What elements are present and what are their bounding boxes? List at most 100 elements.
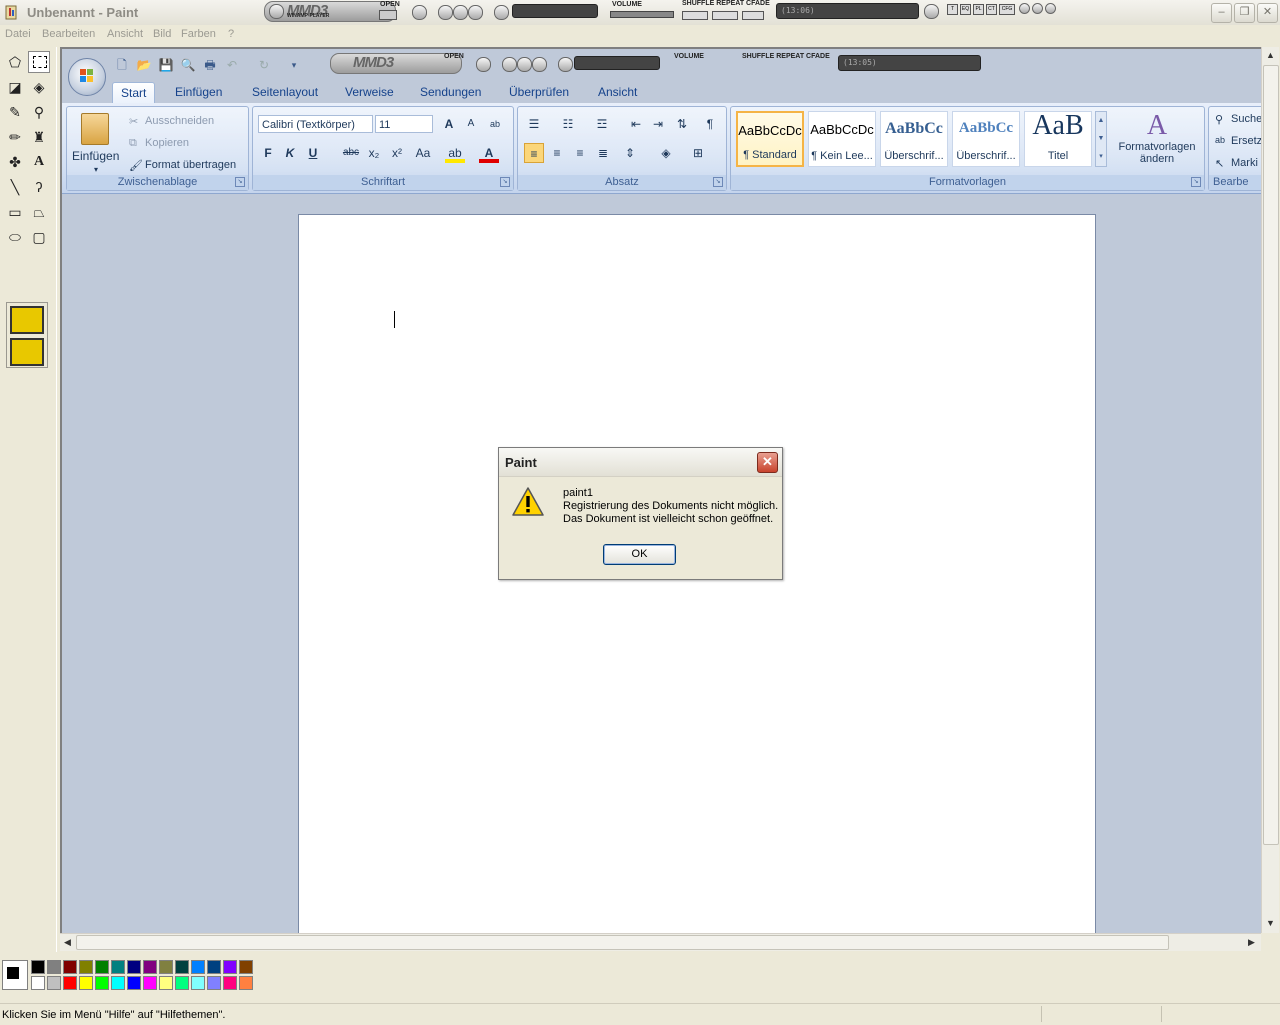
palette-swatch[interactable] bbox=[175, 976, 189, 990]
palette-swatch[interactable] bbox=[207, 960, 221, 974]
font-size-combo: 11 bbox=[375, 115, 433, 133]
curve-icon[interactable]: ʔ bbox=[28, 176, 50, 198]
rect-select-icon[interactable] bbox=[28, 51, 50, 73]
error-dialog: Paint ✕ paint1 Registrierung des Dokumen… bbox=[498, 447, 783, 580]
format-painter-icon: 🖌 bbox=[129, 160, 143, 172]
select-label: Marki bbox=[1231, 157, 1258, 169]
palette-swatch[interactable] bbox=[191, 976, 205, 990]
winamp-crossfade-button[interactable] bbox=[742, 11, 764, 20]
maximize-button[interactable]: ❐ bbox=[1234, 3, 1255, 23]
palette-swatch[interactable] bbox=[127, 960, 141, 974]
palette-swatch[interactable] bbox=[159, 960, 173, 974]
palette-swatch[interactable] bbox=[63, 960, 77, 974]
menu-bearbeiten[interactable]: Bearbeiten bbox=[42, 28, 95, 40]
ok-button[interactable]: OK bbox=[603, 544, 676, 565]
palette-swatch[interactable] bbox=[207, 976, 221, 990]
polygon-icon[interactable]: ⏢ bbox=[28, 201, 50, 223]
rounded-rect-icon[interactable]: ▢ bbox=[28, 226, 50, 248]
palette-swatch[interactable] bbox=[111, 960, 125, 974]
ellipse-icon[interactable]: ⬭ bbox=[4, 226, 26, 248]
winamp-pause-icon[interactable] bbox=[453, 5, 468, 20]
rectangle-icon[interactable]: ▭ bbox=[4, 201, 26, 223]
palette-swatch[interactable] bbox=[47, 976, 61, 990]
winamp-volume-slider[interactable] bbox=[610, 11, 674, 18]
palette-swatch[interactable] bbox=[63, 976, 77, 990]
scroll-left-icon[interactable]: ◀ bbox=[60, 935, 75, 950]
menu-ansicht[interactable]: Ansicht bbox=[107, 28, 143, 40]
horizontal-scrollbar[interactable]: ◀ ▶ bbox=[60, 933, 1261, 951]
scroll-down-icon[interactable]: ▼ bbox=[1263, 916, 1278, 931]
winamp-prev-icon[interactable] bbox=[412, 5, 427, 20]
palette-swatch[interactable] bbox=[79, 976, 93, 990]
dialog-close-button[interactable]: ✕ bbox=[757, 452, 778, 473]
palette-swatch[interactable] bbox=[239, 960, 253, 974]
text-tool-icon[interactable]: A bbox=[28, 151, 50, 173]
palette-swatch[interactable] bbox=[79, 960, 93, 974]
palette-swatch[interactable] bbox=[111, 976, 125, 990]
vertical-scrollbar[interactable]: ▲ ▼ bbox=[1261, 47, 1279, 933]
scroll-right-icon[interactable]: ▶ bbox=[1244, 935, 1259, 950]
style-preview: AaBbCcDc bbox=[738, 123, 802, 138]
winamp-stop-icon[interactable] bbox=[468, 5, 483, 20]
transparent-selection-option[interactable] bbox=[10, 338, 44, 366]
winamp-play-icon[interactable] bbox=[438, 5, 453, 20]
palette-swatch[interactable] bbox=[175, 960, 189, 974]
winamp-eq-button[interactable]: EQ bbox=[960, 4, 971, 15]
palette-swatch[interactable] bbox=[223, 976, 237, 990]
menu-datei[interactable]: Datei bbox=[5, 28, 31, 40]
palette-swatch[interactable] bbox=[95, 976, 109, 990]
current-colors[interactable] bbox=[2, 960, 28, 990]
palette-swatch[interactable] bbox=[159, 976, 173, 990]
winamp-open-button[interactable]: OPEN bbox=[378, 1, 400, 21]
winamp-eject-icon[interactable] bbox=[269, 4, 284, 19]
palette-swatch[interactable] bbox=[239, 976, 253, 990]
palette-swatch[interactable] bbox=[47, 960, 61, 974]
palette-swatch[interactable] bbox=[95, 960, 109, 974]
airbrush-icon[interactable]: ✤ bbox=[4, 151, 26, 173]
winamp-ct-button[interactable]: CT bbox=[986, 4, 997, 15]
menu-bild[interactable]: Bild bbox=[153, 28, 171, 40]
pencil-icon[interactable]: ✏ bbox=[4, 126, 26, 148]
minimize-button[interactable]: – bbox=[1211, 3, 1232, 23]
free-select-icon[interactable]: ⬠ bbox=[4, 51, 26, 73]
winamp-shade-icon[interactable] bbox=[1032, 3, 1043, 14]
vertical-scroll-thumb[interactable] bbox=[1263, 65, 1279, 845]
align-right-icon: ≡ bbox=[576, 146, 584, 160]
palette-swatch[interactable] bbox=[191, 960, 205, 974]
menu-help[interactable]: ? bbox=[228, 28, 234, 40]
menu-bar: Datei Bearbeiten Ansicht Bild Farben ? bbox=[0, 25, 1280, 45]
office-button bbox=[68, 58, 106, 96]
opaque-selection-option[interactable] bbox=[10, 306, 44, 334]
palette-swatch[interactable] bbox=[127, 976, 141, 990]
winamp-next-icon[interactable] bbox=[494, 5, 509, 20]
shading-icon: ◈ bbox=[661, 146, 671, 160]
styles-launcher-icon: ↘ bbox=[1191, 177, 1201, 187]
close-button[interactable]: ✕ bbox=[1257, 3, 1278, 23]
editing-group-label: Bearbe bbox=[1209, 175, 1261, 190]
fill-bucket-icon[interactable]: ◈ bbox=[28, 76, 50, 98]
winamp-close-icon[interactable] bbox=[1045, 3, 1056, 14]
line-icon[interactable]: ╲ bbox=[4, 176, 26, 198]
winamp-menu-icon[interactable] bbox=[924, 4, 939, 19]
foreground-color[interactable] bbox=[6, 966, 20, 980]
eraser-icon[interactable]: ◪ bbox=[4, 76, 26, 98]
color-palette-area bbox=[0, 952, 1280, 1000]
palette-swatch[interactable] bbox=[31, 976, 45, 990]
horizontal-scroll-thumb[interactable] bbox=[76, 935, 1169, 950]
winamp-pl-button[interactable]: PL bbox=[973, 4, 984, 15]
menu-farben[interactable]: Farben bbox=[181, 28, 216, 40]
winamp-shuffle-button[interactable] bbox=[682, 11, 708, 20]
brush-icon[interactable]: ♜ bbox=[28, 126, 50, 148]
winamp-minimize-icon[interactable] bbox=[1019, 3, 1030, 14]
winamp-prev-icon-copy bbox=[476, 57, 491, 72]
winamp-repeat-button[interactable] bbox=[712, 11, 738, 20]
color-picker-icon[interactable]: ✎ bbox=[4, 101, 26, 123]
winamp-t-button[interactable]: T bbox=[947, 4, 958, 15]
magnifier-icon[interactable]: ⚲ bbox=[28, 101, 50, 123]
palette-swatch[interactable] bbox=[143, 976, 157, 990]
palette-swatch[interactable] bbox=[143, 960, 157, 974]
palette-swatch[interactable] bbox=[223, 960, 237, 974]
palette-swatch[interactable] bbox=[31, 960, 45, 974]
scroll-up-icon[interactable]: ▲ bbox=[1263, 48, 1278, 63]
winamp-cfg-button[interactable]: CFG bbox=[999, 4, 1015, 15]
